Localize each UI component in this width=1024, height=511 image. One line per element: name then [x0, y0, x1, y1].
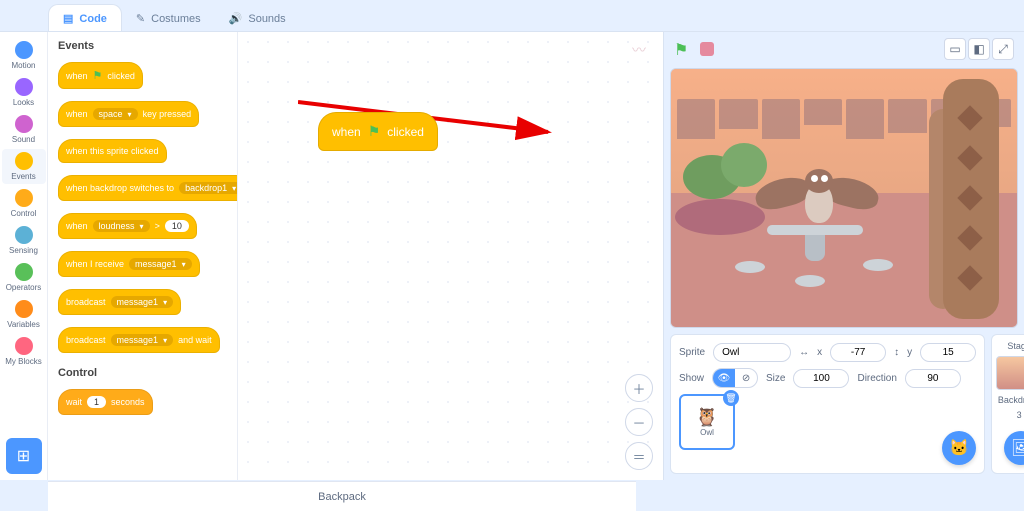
delete-sprite-button[interactable]: 🗑	[723, 390, 739, 406]
block-when-loudness[interactable]: when loudness > 10	[58, 213, 197, 239]
block-palette[interactable]: Events when ⚑ clicked when space key pre…	[48, 32, 238, 480]
visibility-toggle: 👁 ⊘	[712, 368, 758, 388]
broadcast-wait-msg-dropdown[interactable]: message1	[111, 334, 174, 346]
block-when-backdrop-switches[interactable]: when backdrop switches to backdrop1	[58, 175, 238, 201]
green-flag-icon: ⚑	[93, 69, 103, 82]
eye-off-icon: ⊘	[742, 373, 750, 384]
cat-control[interactable]: Control	[2, 186, 46, 221]
wait-value[interactable]: 1	[87, 396, 106, 408]
watermark-icon: 〰	[632, 40, 647, 60]
speaker-icon: 🔊	[229, 12, 243, 25]
add-backdrop-button[interactable]: 🖼	[1004, 431, 1024, 465]
control-header: Control	[48, 359, 237, 383]
owl-sprite[interactable]	[789, 165, 849, 235]
zoom-reset-button[interactable]: ＝	[625, 442, 653, 470]
sprite-label: Sprite	[679, 347, 705, 358]
show-label: Show	[679, 373, 704, 384]
block-when-sprite-clicked[interactable]: when this sprite clicked	[58, 139, 167, 163]
size-label: Size	[766, 373, 785, 384]
sprite-x-input[interactable]	[830, 343, 886, 362]
loudness-value[interactable]: 10	[165, 220, 189, 232]
tab-sounds-label: Sounds	[248, 13, 285, 25]
zoom-in-button[interactable]: ＋	[625, 374, 653, 402]
zoom-out-button[interactable]: －	[625, 408, 653, 436]
eye-icon: 👁	[718, 373, 731, 384]
category-sidebar: Motion Looks Sound Events Control Sensin…	[0, 32, 48, 480]
block-broadcast[interactable]: broadcast message1	[58, 289, 181, 315]
add-extension-button[interactable]: ⊞	[6, 438, 42, 474]
block-when-flag-clicked[interactable]: when ⚑ clicked	[58, 62, 143, 89]
block-when-receive[interactable]: when I receive message1	[58, 251, 200, 277]
sprite-direction-input[interactable]	[905, 369, 961, 388]
block-wait-seconds[interactable]: wait 1 seconds	[58, 389, 153, 415]
cat-sensing[interactable]: Sensing	[2, 223, 46, 258]
direction-label: Direction	[857, 373, 896, 384]
tab-code-label: Code	[79, 13, 107, 25]
backdrop-dropdown[interactable]: backdrop1	[179, 182, 238, 194]
cat-sound[interactable]: Sound	[2, 112, 46, 147]
cat-looks[interactable]: Looks	[2, 75, 46, 110]
y-arrows-icon: ↕	[894, 347, 899, 358]
stop-button[interactable]	[700, 42, 714, 56]
stage-column: ⚑ ▭ ◧ ⤢	[664, 32, 1024, 480]
green-flag-button[interactable]: ⚑	[674, 40, 692, 58]
cat-operators[interactable]: Operators	[2, 260, 46, 295]
block-broadcast-wait[interactable]: broadcast message1 and wait	[58, 327, 220, 353]
blocks-icon: ▤	[63, 12, 73, 25]
tree-trunk	[943, 79, 999, 319]
add-sprite-button[interactable]: 🐱	[942, 431, 976, 465]
owl-thumb-icon: 🦉	[696, 407, 718, 428]
key-dropdown[interactable]: space	[93, 108, 138, 120]
backpack-panel[interactable]: Backpack	[48, 481, 636, 511]
x-arrows-icon: ↔	[799, 347, 809, 358]
events-header: Events	[48, 32, 237, 56]
sprite-thumbnail-owl[interactable]: 🗑 🦉 Owl	[679, 394, 735, 450]
cat-motion[interactable]: Motion	[2, 38, 46, 73]
tab-costumes-label: Costumes	[151, 13, 201, 25]
backdrop-thumbnail[interactable]	[996, 356, 1024, 390]
large-stage-button[interactable]: ◧	[968, 38, 990, 60]
green-flag-icon: ⚑	[368, 123, 381, 140]
backdrops-count: 3	[1017, 410, 1022, 420]
stage-info-panel: Stage Backdrops 3 🖼	[991, 334, 1024, 474]
loudness-dropdown[interactable]: loudness	[93, 220, 150, 232]
backpack-label: Backpack	[318, 491, 366, 503]
extension-icon: ⊞	[17, 446, 30, 466]
tab-code[interactable]: ▤ Code	[48, 4, 122, 31]
cat-variables[interactable]: Variables	[2, 297, 46, 332]
small-stage-button[interactable]: ▭	[944, 38, 966, 60]
image-icon: 🖼	[1011, 438, 1024, 458]
backdrops-label: Backdrops	[998, 395, 1024, 405]
fullscreen-button[interactable]: ⤢	[992, 38, 1014, 60]
sprite-name-input[interactable]	[713, 343, 791, 362]
broadcast-msg-dropdown[interactable]: message1	[111, 296, 174, 308]
brush-icon: ✎	[136, 12, 145, 25]
sprite-size-input[interactable]	[793, 369, 849, 388]
stage-title: Stage	[1007, 341, 1024, 351]
zoom-controls: ＋ － ＝	[625, 374, 653, 470]
script-workspace[interactable]: 〰 when ⚑ clicked ＋ － ＝	[238, 32, 664, 480]
editor-tabs: ▤ Code ✎ Costumes 🔊 Sounds	[0, 0, 1024, 32]
workspace-block-when-flag-clicked[interactable]: when ⚑ clicked	[318, 112, 438, 151]
show-button[interactable]: 👁	[713, 369, 735, 387]
sprite-y-input[interactable]	[920, 343, 976, 362]
sprite-info-panel: Sprite ↔ x ↕ y Show 👁 ⊘ Size	[670, 334, 985, 474]
cat-myblocks[interactable]: My Blocks	[2, 334, 46, 369]
cat-face-icon: 🐱	[949, 438, 969, 458]
hide-button[interactable]: ⊘	[735, 369, 757, 387]
tab-sounds[interactable]: 🔊 Sounds	[215, 5, 300, 31]
stage-preview[interactable]	[670, 68, 1018, 328]
tab-costumes[interactable]: ✎ Costumes	[122, 5, 215, 31]
receive-msg-dropdown[interactable]: message1	[129, 258, 192, 270]
block-when-key-pressed[interactable]: when space key pressed	[58, 101, 199, 127]
cat-events[interactable]: Events	[2, 149, 46, 184]
